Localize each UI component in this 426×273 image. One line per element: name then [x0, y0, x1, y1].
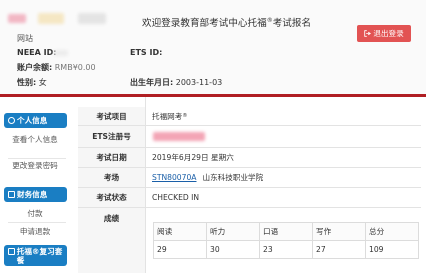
- score-value-row: 29 30 23 27 109: [153, 240, 419, 259]
- divider: [8, 158, 66, 159]
- status-row: 考试状态 CHECKED IN: [78, 188, 421, 208]
- score-table: 阅读 听力 口语 写作 总分 29 30 23 27 109: [153, 222, 419, 259]
- venue-value: STN80070A 山东科技职业学院: [152, 168, 263, 187]
- venue-label: 考场: [78, 168, 145, 187]
- change-password-link[interactable]: 更改登录密码: [0, 161, 70, 171]
- exam-info-table: 考试项目 托福网考 ® ETS注册号 考试日期 2019年6月29日 星期六 考场…: [78, 97, 426, 273]
- payment-link[interactable]: 付款: [0, 209, 70, 219]
- status-label: 考试状态: [78, 188, 145, 207]
- logo-blurred: [8, 14, 26, 23]
- exam-item-value: 托福网考 ®: [152, 111, 188, 121]
- venue-name: 山东科技职业学院: [202, 173, 264, 182]
- score-header-writing: 写作: [312, 222, 366, 241]
- score-writing: 27: [312, 240, 366, 259]
- welcome-text: 欢迎登录教育部考试中心托福®考试报名: [142, 16, 312, 29]
- status-value: CHECKED IN: [152, 193, 200, 202]
- refund-link[interactable]: 申请退款: [0, 227, 70, 237]
- score-reading: 29: [153, 240, 207, 259]
- score-header-listening: 听力: [206, 222, 260, 241]
- personal-info-section: 个人信息: [4, 113, 67, 128]
- exam-date-value: 2019年6月29日 星期六: [152, 153, 234, 162]
- logo-blurred: [78, 13, 106, 24]
- score-header-row: 阅读 听力 口语 写作 总分: [153, 222, 419, 241]
- toefl-package-section[interactable]: 托福®复习套餐: [4, 245, 67, 266]
- gender: 性别: 女: [17, 78, 47, 87]
- exam-item-row: 考试项目 托福网考 ®: [78, 107, 421, 126]
- score-listening: 30: [206, 240, 260, 259]
- score-header-reading: 阅读: [153, 222, 207, 241]
- neea-id: NEEA ID:: [17, 48, 57, 57]
- logout-icon: [364, 30, 372, 37]
- ets-reg-value-blurred: [153, 132, 205, 141]
- date-of-birth: 出生年月日: 2003-11-03: [130, 78, 223, 87]
- score-speaking: 23: [259, 240, 313, 259]
- balance: 账户余额: RMB¥0.00: [17, 63, 96, 72]
- user-icon: [8, 117, 15, 124]
- finance-info-section: 财务信息: [4, 187, 67, 202]
- score-header-speaking: 口语: [259, 222, 313, 241]
- neea-id-value-blurred: [54, 50, 68, 56]
- exam-date-row: 考试日期 2019年6月29日 星期六: [78, 148, 421, 168]
- exam-item-label: 考试项目: [78, 107, 145, 125]
- exam-date-label: 考试日期: [78, 148, 145, 167]
- logo-blurred: [38, 13, 64, 24]
- score-label: 成绩: [78, 208, 145, 273]
- finance-icon: [8, 191, 15, 198]
- sidebar: 个人信息 查看个人信息 更改登录密码 财务信息 付款 申请退款 托福®复习套餐: [0, 97, 78, 273]
- package-icon: [8, 248, 15, 255]
- score-header-total: 总分: [365, 222, 419, 241]
- ets-reg-label: ETS注册号: [78, 126, 145, 147]
- logout-label: 退出登录: [373, 29, 404, 38]
- ets-reg-row: ETS注册号: [78, 126, 421, 148]
- logout-button[interactable]: 退出登录: [357, 25, 411, 42]
- view-personal-info-link[interactable]: 查看个人信息: [0, 135, 70, 145]
- site-suffix: 网站: [17, 34, 33, 43]
- header: 欢迎登录教育部考试中心托福®考试报名 网站 退出登录 NEEA ID: ETS …: [0, 0, 426, 96]
- ets-id: ETS ID:: [130, 48, 163, 57]
- venue-code-link[interactable]: STN80070A: [152, 173, 197, 182]
- score-total: 109: [365, 240, 419, 259]
- divider: [8, 222, 66, 223]
- venue-row: 考场 STN80070A 山东科技职业学院: [78, 168, 421, 188]
